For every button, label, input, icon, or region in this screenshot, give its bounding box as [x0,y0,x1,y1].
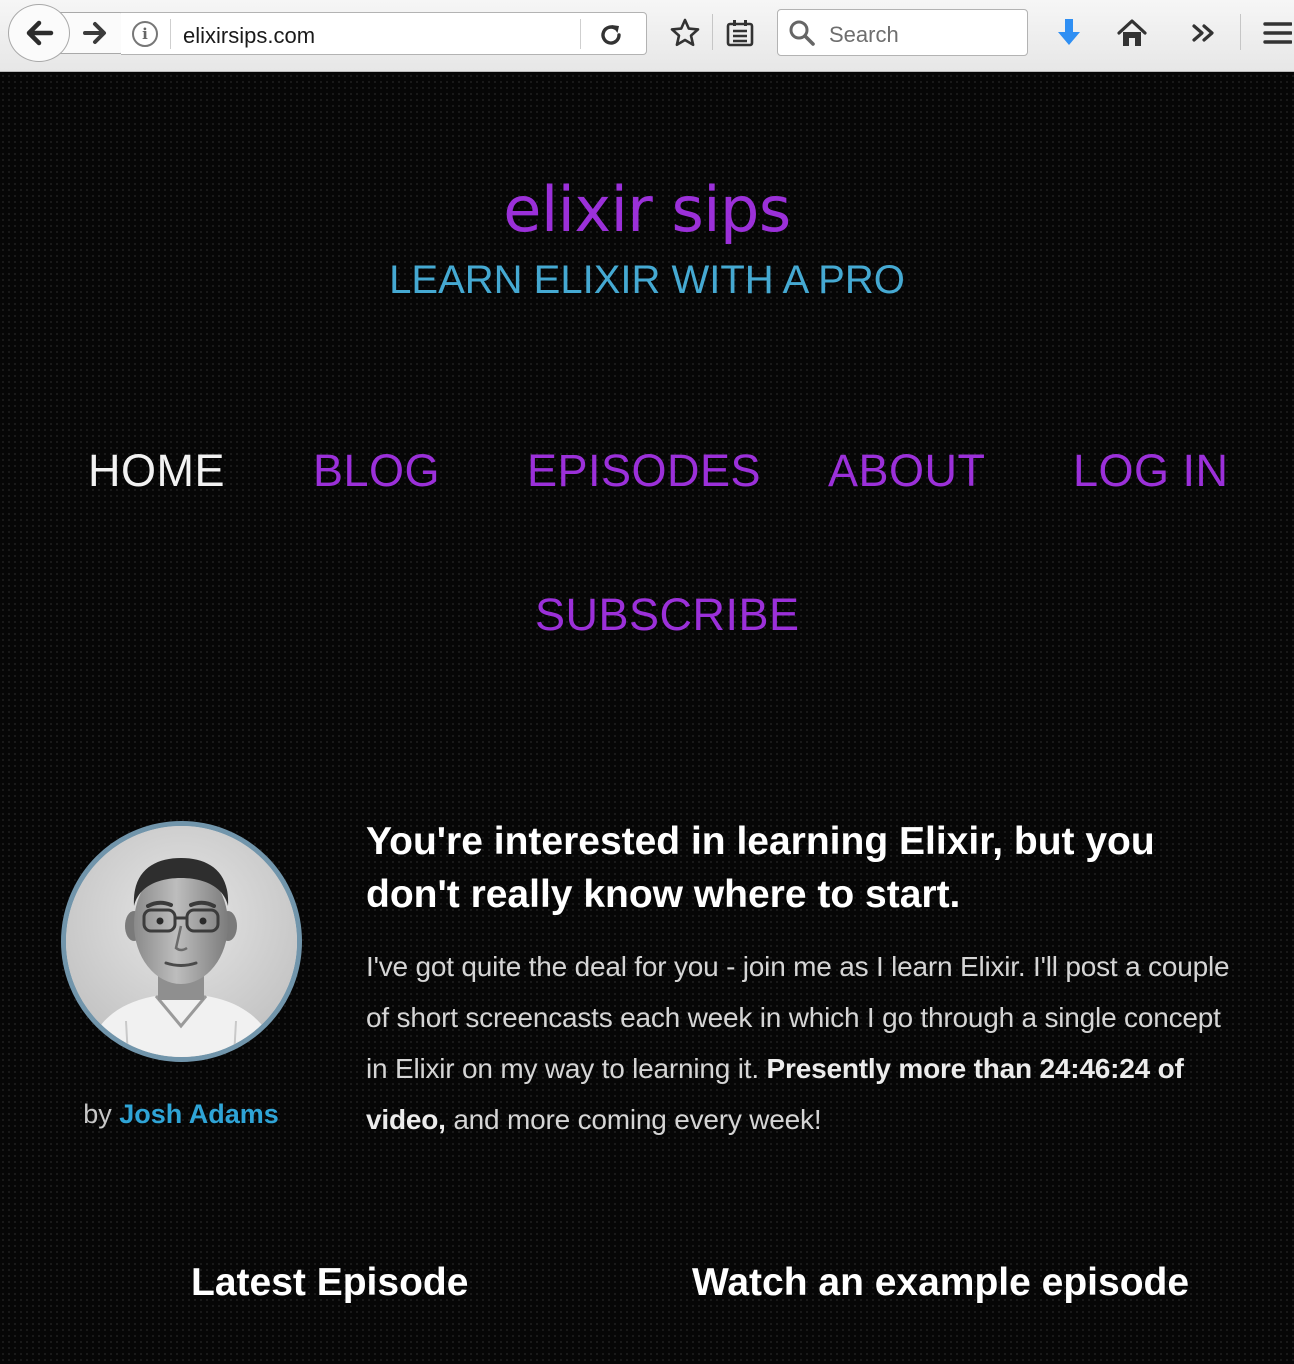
nav-subscribe[interactable]: SUBSCRIBE [535,589,800,641]
toolbar-divider [712,14,713,50]
site-title[interactable]: elixir sips [0,173,1294,246]
home-icon[interactable] [1115,16,1149,50]
page-content: elixir sips LEARN ELIXIR WITH A PRO HOME… [0,73,1294,1364]
back-button[interactable] [8,4,70,62]
navigation-buttons [8,4,124,62]
toolbar-divider-right [1240,14,1241,50]
arrow-left-icon [26,20,54,46]
search-icon [789,20,815,46]
url-divider [170,19,171,49]
nav-home[interactable]: HOME [88,445,225,497]
arrow-right-icon [83,22,106,44]
author-link[interactable]: Josh Adams [119,1099,279,1129]
reload-icon[interactable] [597,21,625,49]
intro-body-ending: and more coming every week! [453,1104,822,1135]
intro-heading: You're interested in learning Elixir, bu… [366,820,1155,916]
download-icon[interactable] [1052,16,1086,50]
nav-blog[interactable]: BLOG [313,445,440,497]
browser-toolbar: i elixirsips.com Search [0,0,1294,72]
intro-body: I've got quite the deal for you - join m… [366,941,1246,1145]
overflow-chevron-icon[interactable] [1187,16,1221,50]
url-text[interactable]: elixirsips.com [183,23,315,49]
url-divider-right [580,19,581,49]
author-avatar [61,821,302,1062]
byline-prefix: by [83,1099,112,1129]
menu-icon[interactable] [1260,16,1294,50]
info-icon[interactable]: i [132,21,158,47]
author-portrait [66,826,297,1057]
search-placeholder: Search [829,22,899,47]
site-tagline: LEARN ELIXIR WITH A PRO [389,258,905,302]
search-bar[interactable]: Search [777,9,1028,56]
author-byline: by Josh Adams [0,1099,362,1130]
nav-about[interactable]: ABOUT [828,445,986,497]
bookmark-star-icon[interactable] [668,16,702,50]
address-bar[interactable]: i elixirsips.com [121,12,647,55]
nav-login[interactable]: LOG IN [1073,445,1229,497]
nav-episodes[interactable]: EPISODES [527,445,761,497]
reading-list-icon[interactable] [723,16,757,50]
example-episode-heading: Watch an example episode [692,1261,1190,1304]
latest-episode-heading: Latest Episode [191,1261,469,1304]
